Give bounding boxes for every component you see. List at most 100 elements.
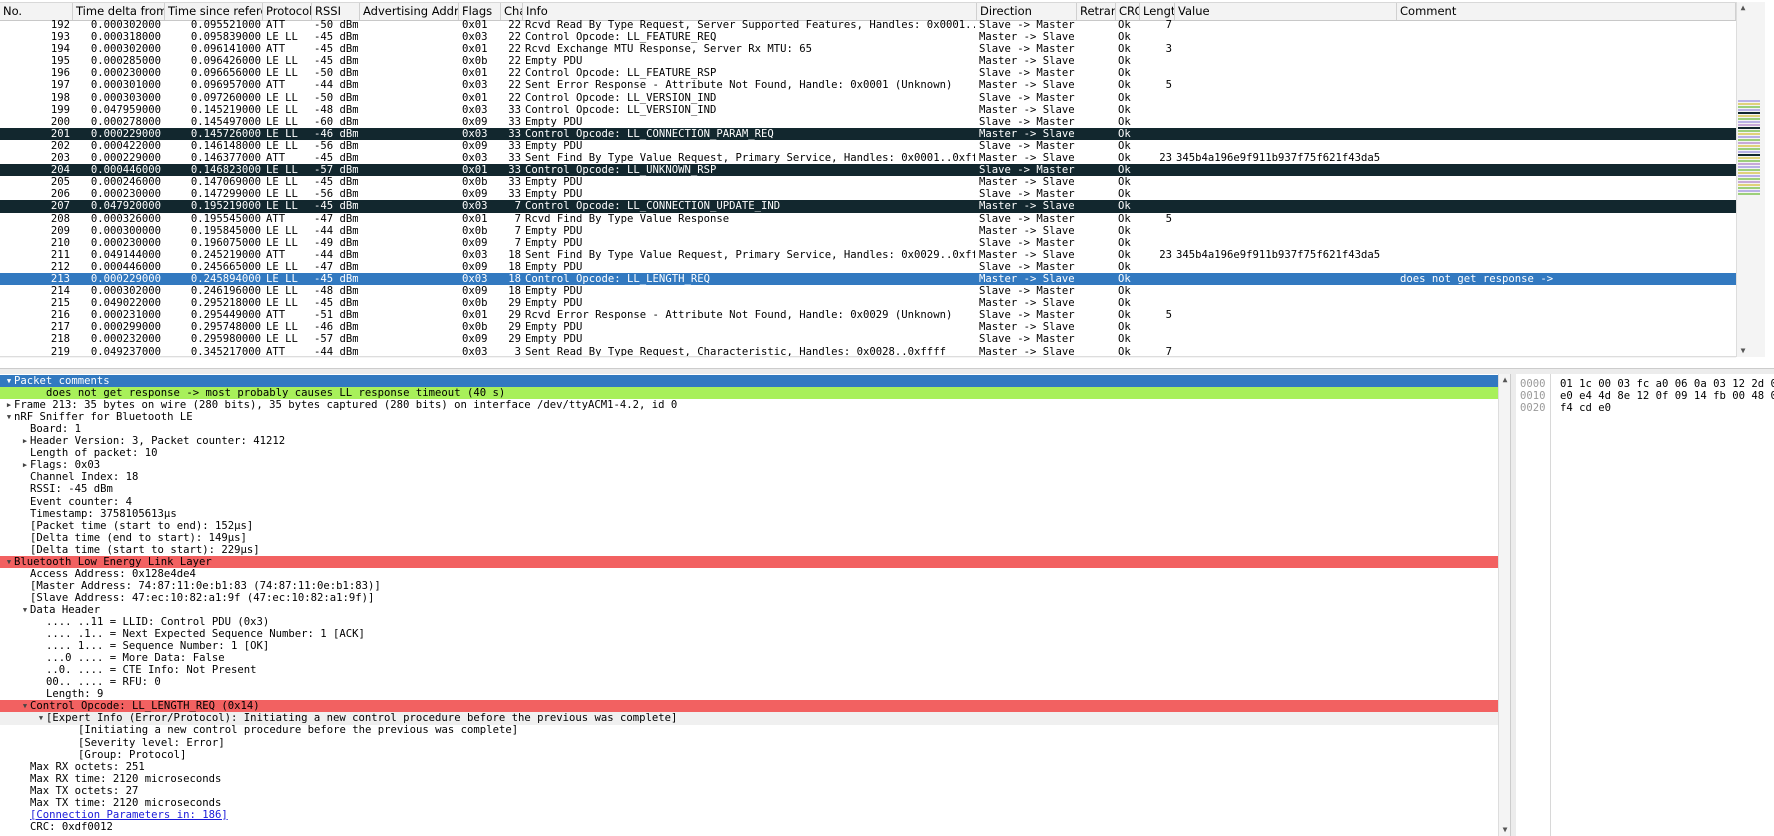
- tree-item[interactable]: [Packet time (start to end): 152µs]: [0, 520, 1498, 532]
- packet-row[interactable]: 202 0.000422000 0.146148000 LE LL -56 dBm 0x0…: [0, 140, 1736, 152]
- collapse-arrow-icon[interactable]: ▶: [20, 459, 30, 471]
- tree-item[interactable]: ▼ nRF Sniffer for Bluetooth LE: [0, 411, 1498, 423]
- expand-arrow-icon[interactable]: ▼: [4, 556, 14, 568]
- bytes-line[interactable]: 0000 01 1c 00 03 fc a0 06 0a 03 12 2d 0: [1520, 378, 1774, 390]
- tree-item[interactable]: [Master Address: 74:87:11:0e:b1:83 (74:8…: [0, 580, 1498, 592]
- tree-item[interactable]: does not get response -> most probably c…: [0, 387, 1498, 400]
- tree-item[interactable]: Access Address: 0x128e4de4: [0, 568, 1498, 580]
- tree-item[interactable]: Channel Index: 18: [0, 471, 1498, 483]
- bytes-hex[interactable]: e0 e4 4d 8e 12 0f 09 14 fb 00 48 0: [1560, 390, 1774, 402]
- bytes-hex[interactable]: f4 cd e0: [1560, 402, 1611, 414]
- packet-row[interactable]: 200 0.000278000 0.145497000 LE LL -60 dBm 0x0…: [0, 116, 1736, 128]
- tree-item[interactable]: ▼ Packet comments: [0, 375, 1498, 388]
- bytes-line[interactable]: 0010 e0 e4 4d 8e 12 0f 09 14 fb 00 48 0: [1520, 390, 1774, 402]
- bytes-hex[interactable]: 01 1c 00 03 fc a0 06 0a 03 12 2d 0: [1560, 378, 1774, 390]
- column-length[interactable]: Length: [1140, 3, 1175, 20]
- tree-item[interactable]: Length of packet: 10: [0, 447, 1498, 459]
- packet-row[interactable]: 203 0.000229000 0.146377000 ATT -45 dBm 0x03 3…: [0, 152, 1736, 164]
- bytes-line[interactable]: 0020 f4 cd e0: [1520, 402, 1611, 414]
- column-retrans[interactable]: Retrans: [1077, 3, 1116, 20]
- tree-item[interactable]: Max TX time: 2120 microseconds: [0, 797, 1498, 809]
- scroll-down-icon[interactable]: ▼: [1737, 345, 1749, 357]
- tree-item[interactable]: RSSI: -45 dBm: [0, 483, 1498, 495]
- tree-item[interactable]: ▶ Frame 213: 35 bytes on wire (280 bits),…: [0, 399, 1498, 411]
- packet-row[interactable]: 212 0.000446000 0.245665000 LE LL -47 dBm 0x0…: [0, 261, 1736, 273]
- packet-minimap[interactable]: [1738, 100, 1760, 230]
- tree-item[interactable]: ...0 .... = More Data: False: [0, 652, 1498, 664]
- column-value[interactable]: Value: [1175, 3, 1397, 20]
- packet-row[interactable]: 201 0.000229000 0.145726000 LE LL -46 dBm 0x0…: [0, 127, 1736, 140]
- column-crc[interactable]: CRC: [1116, 3, 1140, 20]
- packet-details-tree[interactable]: ▼ Packet comments does not get response ->…: [0, 374, 1498, 836]
- tree-item[interactable]: Length: 9: [0, 688, 1498, 700]
- column-channel[interactable]: Channel: [501, 3, 523, 20]
- expand-arrow-icon[interactable]: ▼: [20, 604, 30, 616]
- column-info[interactable]: Info: [523, 3, 977, 20]
- collapse-arrow-icon[interactable]: ▶: [4, 399, 14, 411]
- tree-item-link[interactable]: [Connection Parameters in: 186]: [30, 809, 228, 821]
- packet-row[interactable]: 207 0.047920000 0.195219000 LE LL -45 dBm 0x0…: [0, 200, 1736, 213]
- tree-item[interactable]: ▶ Header Version: 3, Packet counter: 4121…: [0, 435, 1498, 447]
- packet-row[interactable]: 218 0.000232000 0.295980000 LE LL -57 dBm 0x0…: [0, 333, 1736, 345]
- packet-row[interactable]: 209 0.000300000 0.195845000 LE LL -44 dBm 0x0…: [0, 225, 1736, 237]
- tree-item[interactable]: ▼ Bluetooth Low Energy Link Layer: [0, 555, 1498, 568]
- packet-row[interactable]: 215 0.049022000 0.295218000 LE LL -45 dBm 0x0…: [0, 297, 1736, 309]
- column-advertising-address[interactable]: Advertising Address: [360, 3, 459, 20]
- tree-item[interactable]: [Delta time (start to start): 229µs]: [0, 544, 1498, 556]
- packet-row[interactable]: 206 0.000230000 0.147299000 LE LL -56 dBm 0x0…: [0, 188, 1736, 200]
- tree-item[interactable]: [Initiating a new control procedure befo…: [0, 724, 1498, 736]
- expand-arrow-icon[interactable]: ▼: [4, 411, 14, 423]
- collapse-arrow-icon[interactable]: ▶: [20, 435, 30, 447]
- tree-item[interactable]: ▶ Flags: 0x03: [0, 459, 1498, 471]
- tree-item[interactable]: ..0. .... = CTE Info: Not Present: [0, 664, 1498, 676]
- packet-row[interactable]: 211 0.049144000 0.245219000 ATT -44 dBm 0x03 1…: [0, 249, 1736, 261]
- column-time-delta[interactable]: Time delta from previous: [73, 3, 165, 20]
- tree-item[interactable]: ▼ Control Opcode: LL_LENGTH_REQ (0x14): [0, 700, 1498, 713]
- tree-item[interactable]: Event counter: 4: [0, 496, 1498, 508]
- column-comment[interactable]: Comment: [1397, 3, 1736, 20]
- tree-item[interactable]: Board: 1: [0, 423, 1498, 435]
- tree-item[interactable]: [Severity level: Error]: [0, 737, 1498, 749]
- packet-row[interactable]: 192 0.000302000 0.095521000 ATT -50 dBm 0x01 2…: [0, 19, 1736, 31]
- packet-row[interactable]: 197 0.000301000 0.096957000 ATT -44 dBm 0x03 2…: [0, 79, 1736, 91]
- packet-list-hscrollbar[interactable]: ◀ ▶: [0, 356, 1736, 358]
- packet-row[interactable]: 195 0.000285000 0.096426000 LE LL -45 dBm 0x0…: [0, 55, 1736, 67]
- tree-item[interactable]: .... .1.. = Next Expected Sequence Numbe…: [0, 628, 1498, 640]
- column-direction[interactable]: Direction: [977, 3, 1077, 20]
- packet-row[interactable]: 196 0.000230000 0.096656000 LE LL -50 dBm 0x0…: [0, 67, 1736, 79]
- column-rssi[interactable]: RSSI: [312, 3, 360, 20]
- packet-list[interactable]: No. Time delta from previous Time since …: [0, 0, 1774, 358]
- tree-item[interactable]: ▼ Data Header: [0, 604, 1498, 616]
- scroll-up-icon[interactable]: ▲: [1737, 2, 1749, 14]
- packet-row[interactable]: 198 0.000303000 0.097260000 LE LL -50 dBm 0x0…: [0, 92, 1736, 104]
- tree-item[interactable]: CRC: 0xdf0012: [0, 821, 1498, 833]
- expand-arrow-icon[interactable]: ▼: [20, 700, 30, 712]
- tree-item[interactable]: Max RX octets: 251: [0, 761, 1498, 773]
- packet-row[interactable]: 216 0.000231000 0.295449000 ATT -51 dBm 0x01 2…: [0, 309, 1736, 321]
- expand-arrow-icon[interactable]: ▼: [4, 375, 14, 387]
- tree-item[interactable]: [Connection Parameters in: 186]: [0, 809, 1498, 821]
- scroll-left-icon[interactable]: ◀: [0, 357, 12, 358]
- packet-row[interactable]: 199 0.047959000 0.145219000 LE LL -48 dBm 0x0…: [0, 104, 1736, 116]
- tree-item[interactable]: Max TX octets: 27: [0, 785, 1498, 797]
- packet-row[interactable]: 193 0.000318000 0.095839000 LE LL -45 dBm 0x0…: [0, 31, 1736, 43]
- tree-item[interactable]: ▼ [Expert Info (Error/Protocol): Initiati…: [0, 712, 1498, 725]
- tree-item[interactable]: [Slave Address: 47:ec:10:82:a1:9f (47:ec…: [0, 592, 1498, 604]
- tree-item[interactable]: Max RX time: 2120 microseconds: [0, 773, 1498, 785]
- column-flags[interactable]: Flags: [459, 3, 501, 20]
- packet-row[interactable]: 208 0.000326000 0.195545000 ATT -47 dBm 0x01 7…: [0, 213, 1736, 225]
- packet-row[interactable]: 204 0.000446000 0.146823000 LE LL -57 dBm 0x0…: [0, 164, 1736, 177]
- packet-row[interactable]: 205 0.000246000 0.147069000 LE LL -45 dBm 0x0…: [0, 176, 1736, 188]
- column-no[interactable]: No.: [0, 3, 73, 20]
- packet-row[interactable]: 213 0.000229000 0.245894000 LE LL -45 dBm 0x0…: [0, 272, 1736, 286]
- tree-item[interactable]: .... ..11 = LLID: Control PDU (0x3): [0, 616, 1498, 628]
- tree-item[interactable]: .... 1... = Sequence Number: 1 [OK]: [0, 640, 1498, 652]
- tree-item[interactable]: [Group: Protocol]: [0, 749, 1498, 761]
- expand-arrow-icon[interactable]: ▼: [36, 712, 46, 724]
- packet-row[interactable]: 214 0.000302000 0.246196000 LE LL -48 dBm 0x0…: [0, 285, 1736, 297]
- packet-row[interactable]: 194 0.000302000 0.096141000 ATT -45 dBm 0x01 2…: [0, 43, 1736, 55]
- tree-item[interactable]: [Delta time (end to start): 149µs]: [0, 532, 1498, 544]
- tree-item[interactable]: 00.. .... = RFU: 0: [0, 676, 1498, 688]
- column-time-since-reference[interactable]: Time since reference: [165, 3, 263, 20]
- column-protocol[interactable]: Protocol: [263, 3, 312, 20]
